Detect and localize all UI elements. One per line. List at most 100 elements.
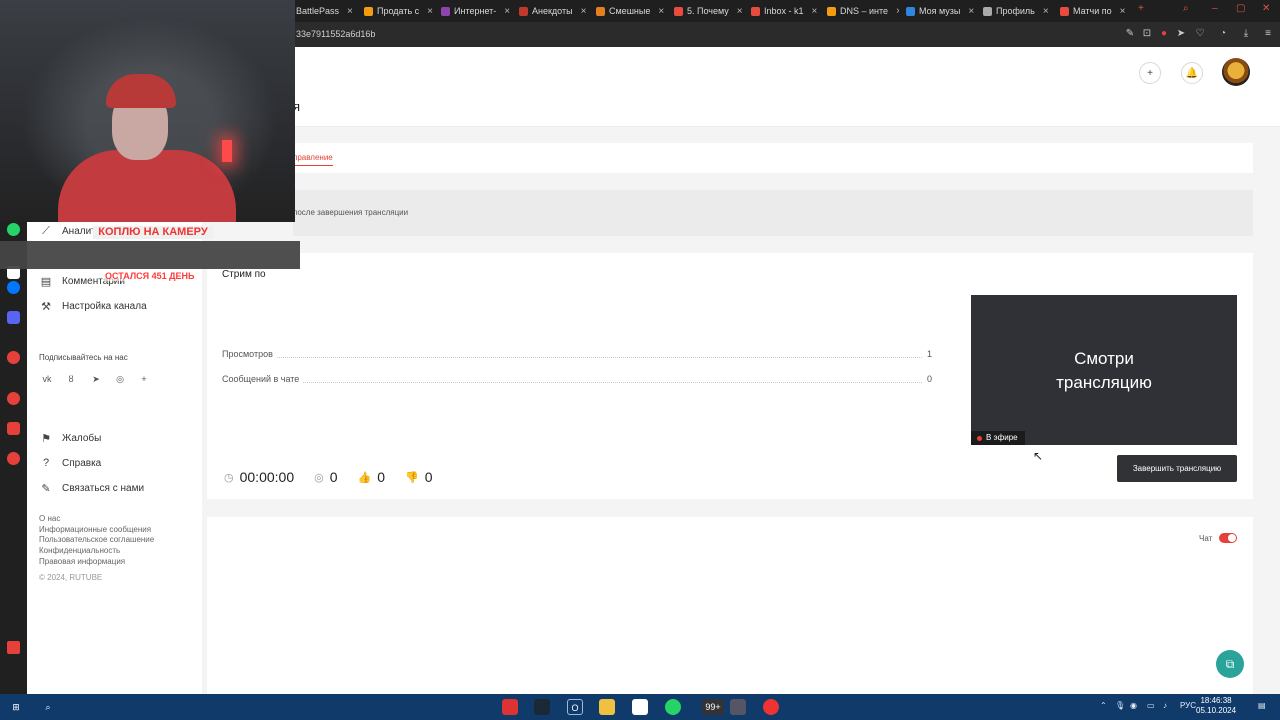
minimize-icon[interactable]: – [1212,3,1218,14]
new-tab-icon[interactable]: + [1138,3,1144,14]
browser-tab[interactable]: Матчи по × [1060,3,1130,19]
user-icon[interactable]: ◔ [1217,28,1229,40]
game-icon[interactable] [730,699,746,715]
close-icon[interactable]: × [1120,6,1126,17]
box-icon[interactable] [7,422,20,435]
browser-tab[interactable]: 5. Почему × [674,3,748,19]
app-badge-icon[interactable]: 99+ [702,699,724,715]
close-icon[interactable]: × [968,6,974,17]
browser-tab[interactable]: Inbox - k1 × [751,3,825,19]
stream-metrics: ◷ 00:00:00 ◎ 0 👍 0 👎 0 [224,469,453,485]
tab-label: Анекдоты [532,6,573,16]
telegram-icon[interactable]: ➤ [89,372,103,386]
info-notice: после завершения трансляции [293,190,1253,236]
chat-toggle[interactable] [1219,533,1237,543]
maximize-icon[interactable]: ▢ [1236,3,1245,14]
windows-start-icon[interactable]: ⊞ [8,699,24,715]
footer-link[interactable]: Правовая информация [39,557,125,566]
camera-icon[interactable]: ⊡ [1141,28,1153,40]
close-icon[interactable]: × [737,6,743,17]
display-icon[interactable]: ▭ [1147,701,1155,710]
sidebar-item-help[interactable]: ? Справка [40,457,101,469]
language-indicator[interactable]: РУС [1180,701,1196,710]
live-badge: В эфире [971,431,1025,445]
obs-icon[interactable] [763,699,779,715]
app-icon[interactable] [502,699,518,715]
preview-title: Смотри трансляцию [971,347,1237,395]
vk-icon[interactable] [7,281,20,294]
send-icon[interactable]: ➤ [1175,28,1187,40]
close-icon[interactable]: × [504,6,510,17]
extension-icon[interactable]: ● [1158,28,1170,40]
folder-icon[interactable] [599,699,615,715]
dislike-icon: 👎 [405,471,419,484]
notifications-icon[interactable]: ▤ [1258,701,1266,710]
history-icon[interactable] [7,392,20,405]
tab-label: Продать с [377,6,420,16]
close-icon[interactable]: × [1043,6,1049,17]
viber-icon[interactable]: ◎ [113,372,127,386]
whatsapp-icon[interactable] [7,223,20,236]
vk-icon[interactable]: vk [40,372,54,386]
volume-icon[interactable]: ♪ [1163,701,1167,710]
url-text[interactable]: 33e7911552a6d16b [296,29,375,39]
footer-link[interactable]: Информационные сообщения [39,525,151,534]
clock[interactable]: 18:46:38 05.10.2024 [1196,696,1236,716]
steam-icon[interactable] [534,699,550,715]
footer-link[interactable]: О нас [39,514,60,523]
browser-tab[interactable]: Анекдоты × [519,3,591,19]
sidebar-item-channel-settings[interactable]: ⚒ Настройка канала [40,300,147,313]
more-icon[interactable]: + [137,372,151,386]
notifications-button[interactable]: 🔔 [1181,62,1203,84]
close-icon[interactable]: × [427,6,433,17]
support-chat-button[interactable]: ⧉ [1216,650,1244,678]
sidebar-item-contact[interactable]: ✎ Связаться с нами [40,482,144,495]
download-icon[interactable]: ⤓ [1240,28,1252,40]
chat-card: Чат [207,517,1253,694]
browser-tab[interactable]: Профиль × [983,3,1055,19]
search-tabs-icon[interactable]: ⌕ [1183,3,1189,14]
close-icon[interactable]: × [896,6,899,17]
file-icon[interactable] [632,699,648,715]
footer-link[interactable]: Пользовательское соглашение [39,535,154,544]
music-icon[interactable] [7,351,20,364]
browser-tab[interactable]: BattlePass × [296,3,356,19]
sidebar-item-complaints[interactable]: ⚑ Жалобы [40,432,101,445]
stream-preview[interactable]: Смотри трансляцию В эфире [971,295,1237,445]
favicon-icon [441,6,450,16]
goal-days-left: ОСТАЛСЯ 451 ДЕНЬ [103,271,197,281]
close-icon[interactable]: × [812,6,818,17]
avatar[interactable] [1222,58,1250,86]
close-icon[interactable]: × [658,6,664,17]
whatsapp-icon[interactable] [665,699,681,715]
settings-icon[interactable] [7,452,20,465]
browser-tab[interactable]: Моя музы × [906,3,978,19]
tab-label: BattlePass [296,6,340,16]
end-stream-button[interactable]: Завершить трансляцию [1117,455,1237,482]
menu-icon[interactable]: ≡ [1262,28,1274,40]
tab-management[interactable]: правление [293,153,333,166]
search-icon[interactable]: ⌕ [40,699,56,715]
sidebar-toggle-icon[interactable] [7,641,20,654]
mic-icon[interactable]: 🎙 [1115,701,1125,710]
edit-icon[interactable]: ✎ [1124,28,1136,40]
browser-tab[interactable]: DNS – инте × [827,3,899,19]
ok-icon[interactable]: ȣ [64,372,78,386]
browser-tab[interactable]: Интернет- × [441,3,513,19]
tray-icon[interactable]: ◉ [1130,701,1137,710]
tray-arrow-icon[interactable]: ⌃ [1100,701,1107,710]
opera-icon[interactable]: O [567,699,583,715]
close-icon[interactable]: × [347,6,353,17]
footer-link[interactable]: Конфиденциальность [39,546,120,555]
viewers-metric: ◎ 0 [314,469,337,485]
mouse-cursor-icon: ↖ [1033,449,1044,463]
browser-tab[interactable]: Продать с × [364,3,434,19]
discord-icon[interactable] [7,311,20,324]
tab-label: Интернет- [454,6,497,16]
add-video-button[interactable]: + [1139,62,1161,84]
browser-tab[interactable]: Смешные × [596,3,666,19]
heart-icon[interactable]: ♡ [1194,28,1206,40]
favicon-icon [983,6,992,16]
close-icon[interactable]: × [581,6,587,17]
close-window-icon[interactable]: ✕ [1262,3,1270,14]
